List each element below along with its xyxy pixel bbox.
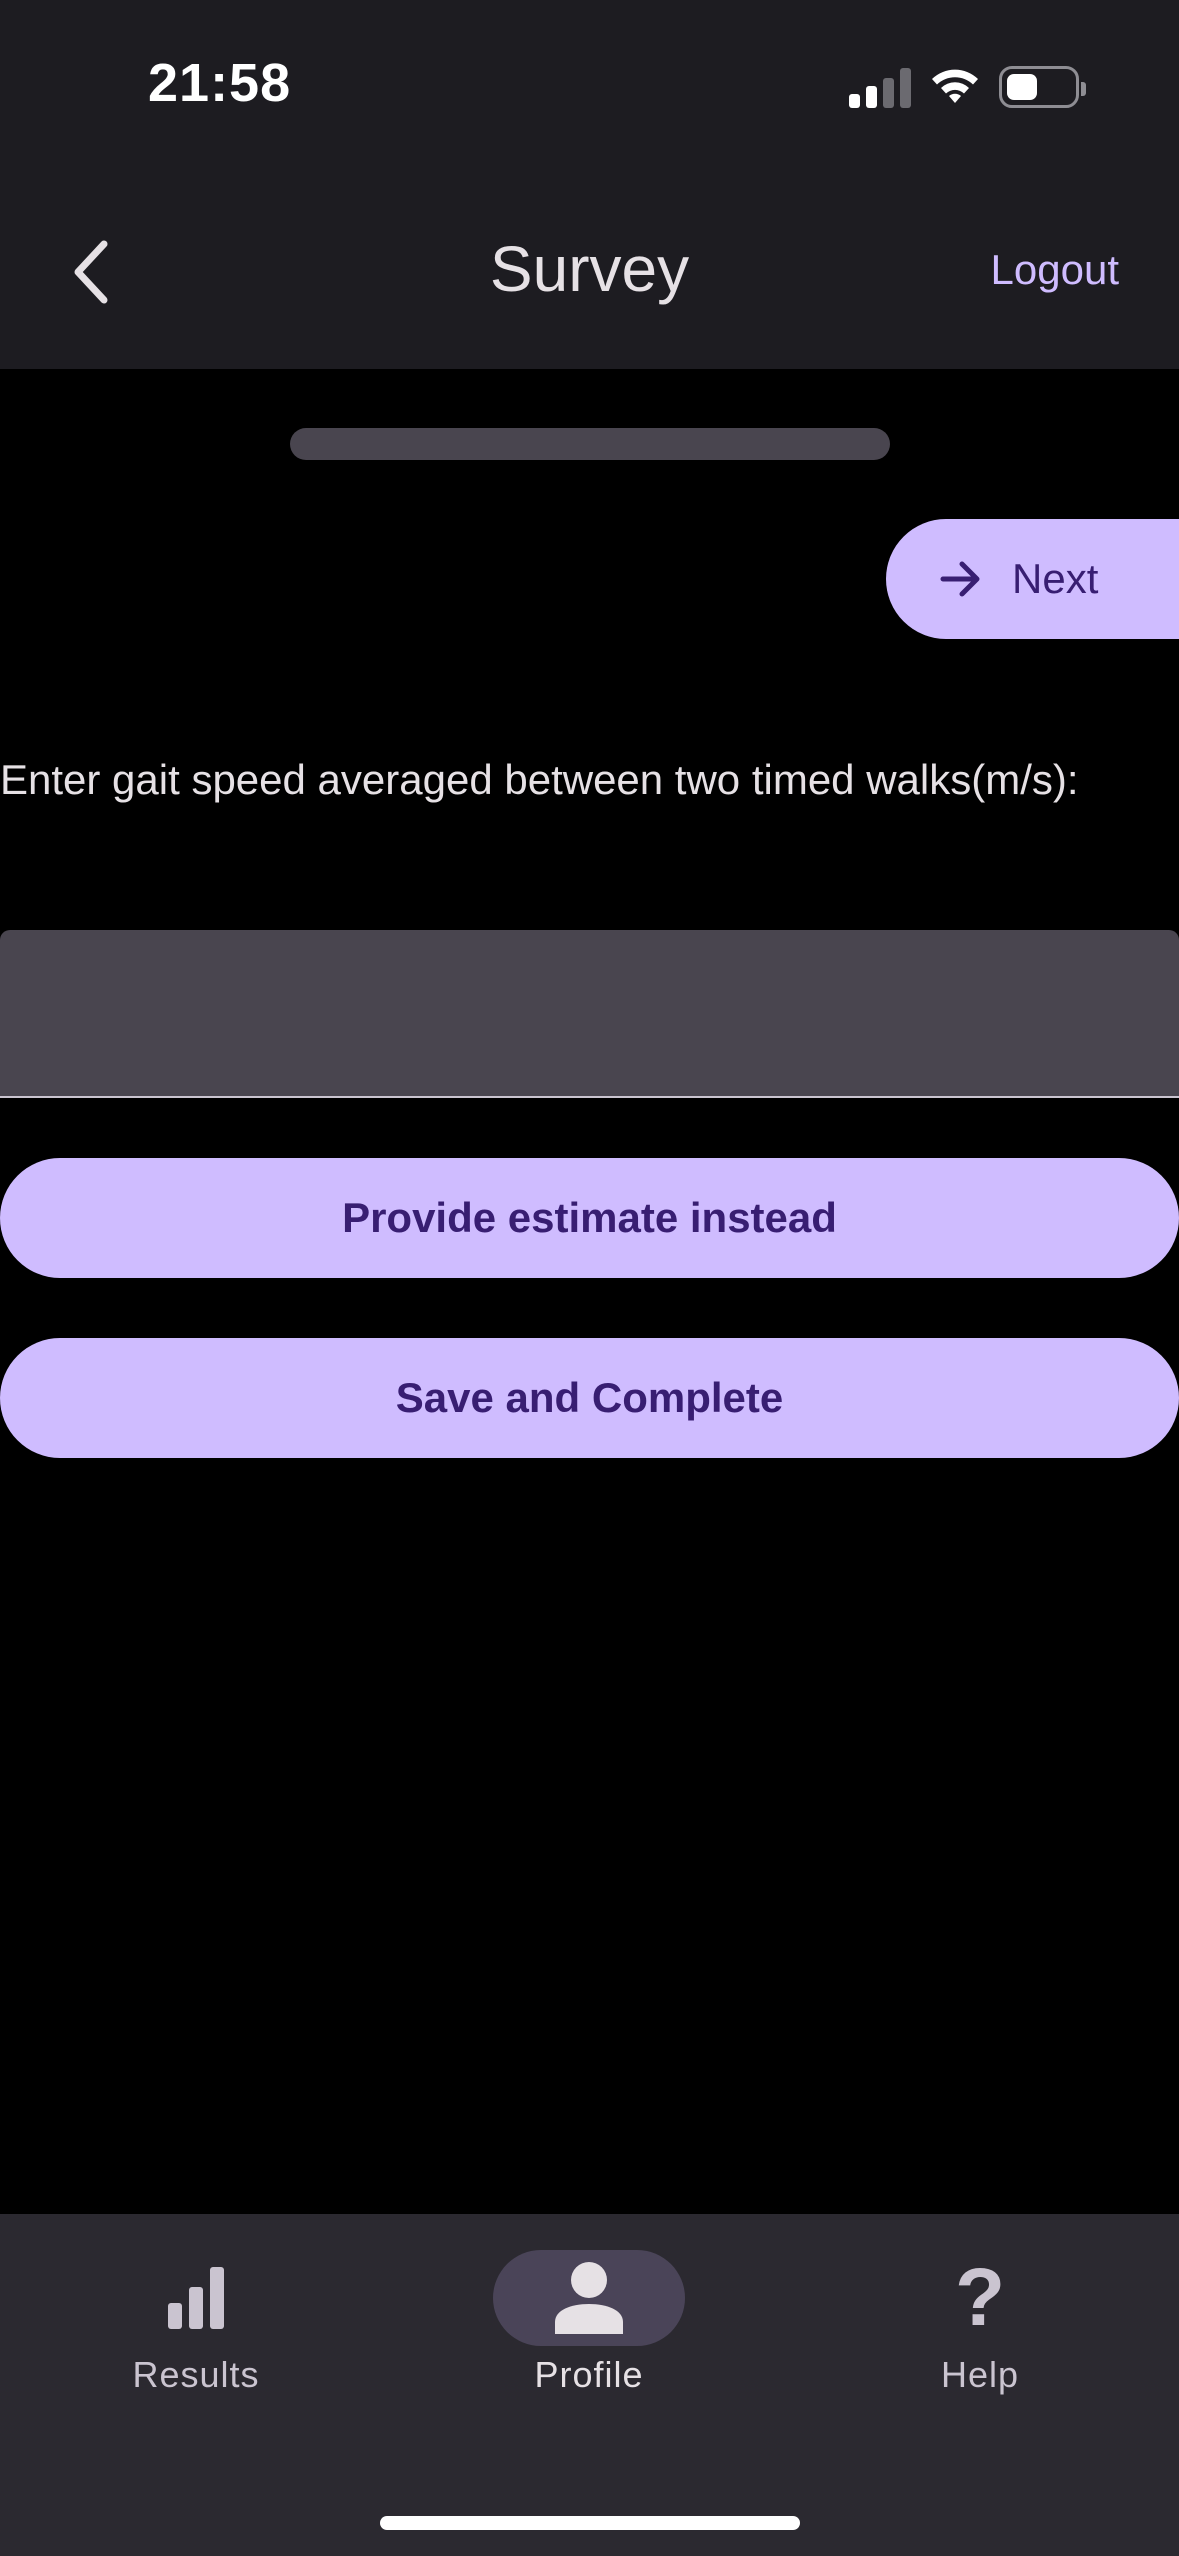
- progress-bar: [290, 428, 890, 460]
- logout-button[interactable]: Logout: [991, 246, 1119, 294]
- nav-item-help[interactable]: ? Help: [830, 2250, 1130, 2396]
- gait-speed-input[interactable]: [0, 930, 1179, 1096]
- bar-chart-icon: [168, 2267, 224, 2329]
- cellular-signal-icon: [849, 66, 911, 108]
- bottom-navigation: Results Profile ? Help: [0, 2214, 1179, 2556]
- nav-item-results[interactable]: Results: [46, 2250, 346, 2396]
- battery-icon: [999, 66, 1086, 108]
- question-text: Enter gait speed averaged between two ti…: [0, 756, 1079, 803]
- status-icons: [849, 62, 1086, 112]
- question-mark-icon: ?: [954, 2252, 1006, 2343]
- next-button[interactable]: Next: [886, 519, 1179, 639]
- nav-item-profile[interactable]: Profile: [439, 2250, 739, 2396]
- gait-speed-field[interactable]: [0, 930, 1179, 1098]
- arrow-right-icon: [940, 561, 980, 597]
- survey-screen: 21:58 Survey Logout Next Enter gait spee…: [0, 0, 1179, 2556]
- nav-label-help: Help: [940, 2354, 1020, 2395]
- nav-label-results: Results: [132, 2354, 260, 2395]
- provide-estimate-button[interactable]: Provide estimate instead: [0, 1158, 1179, 1278]
- person-icon: [555, 2262, 623, 2334]
- top-bar: 21:58 Survey Logout: [0, 0, 1179, 369]
- wifi-icon: [929, 67, 981, 107]
- status-time: 21:58: [148, 53, 292, 113]
- next-button-label: Next: [1012, 555, 1099, 602]
- nav-label-profile: Profile: [534, 2354, 644, 2395]
- save-and-complete-button[interactable]: Save and Complete: [0, 1338, 1179, 1458]
- home-indicator: [380, 2516, 800, 2530]
